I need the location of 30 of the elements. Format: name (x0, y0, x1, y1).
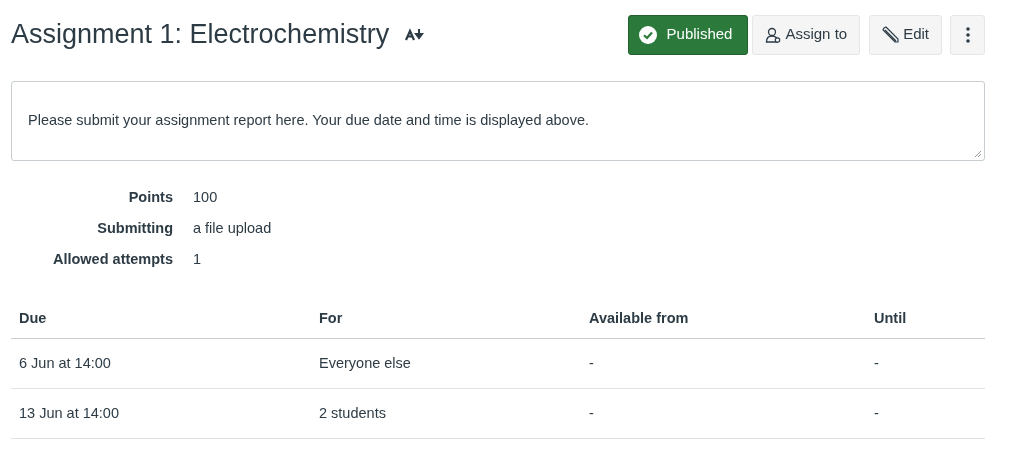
table-cell: Everyone else (311, 338, 581, 389)
column-header: Due (11, 308, 311, 339)
kebab-menu-icon (965, 26, 970, 43)
pencil-icon (882, 26, 900, 43)
edit-button[interactable]: Edit (869, 14, 942, 55)
table-cell: - (581, 388, 866, 439)
table-cell: - (866, 388, 985, 439)
check-circle-icon (638, 25, 657, 44)
detail-value: 100 (193, 188, 219, 207)
more-options-button[interactable] (950, 14, 985, 55)
column-header: Available from (581, 308, 866, 339)
table-cell: 2 students (311, 388, 581, 439)
column-header: For (311, 308, 581, 339)
assignment-title: Assignment 1: Electrochemistry (11, 21, 390, 48)
table-cell: 13 Jun at 14:00 (11, 388, 311, 439)
detail-value: a file upload (193, 218, 273, 238)
table-cell: - (581, 338, 866, 389)
sort-icon[interactable] (405, 27, 426, 42)
description-text: Please submit your assignment report here. Your due date and time is displayed above. (28, 111, 589, 131)
detail-label: Submitting (96, 218, 173, 238)
table-cell: - (866, 338, 985, 389)
assign-to-button[interactable]: Assign to (752, 14, 861, 55)
published-button[interactable]: Published (627, 14, 749, 55)
detail-label: Points (127, 188, 173, 207)
column-header: Until (866, 308, 985, 339)
person-icon (765, 26, 782, 43)
resize-handle-icon[interactable] (974, 150, 982, 158)
detail-label: Allowed attempts (51, 249, 173, 269)
table-cell: 6 Jun at 14:00 (11, 338, 311, 389)
detail-value: 1 (193, 249, 203, 269)
